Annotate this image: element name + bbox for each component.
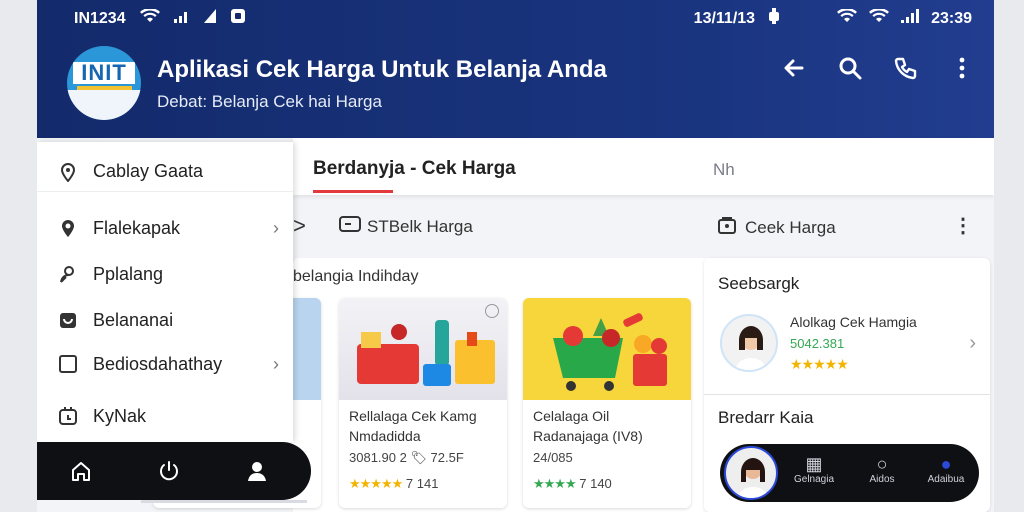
drawer-item-bediosdahathay[interactable]: Bediosdahathay › (37, 344, 293, 384)
search-icon[interactable] (836, 54, 864, 82)
product-name: Rellalaga Cek Kamg (349, 408, 477, 424)
scrollbar[interactable] (141, 500, 307, 503)
home-icon[interactable] (61, 451, 101, 491)
notification-icon (230, 8, 246, 29)
person-search-icon (57, 263, 79, 285)
drawer-item-cablay-gaata[interactable]: Cablay Gaata (37, 152, 293, 192)
map-pin-icon (57, 217, 79, 239)
toolbar: > STBelk Harga Ceek Harga ⋮ (293, 205, 994, 245)
location-pin-icon (57, 161, 79, 183)
app-logo: INIT (67, 46, 141, 120)
nav-label: Aidos (869, 474, 895, 485)
product-rating: ★★★★ 7 140 (533, 476, 612, 492)
more-vert-icon[interactable]: ⋮ (953, 213, 973, 238)
drawer-item-label: Cablay Gaata (93, 161, 204, 181)
app-subtitle: Debat: Belanja Cek hai Harga (157, 92, 382, 111)
logo-text: INIT (73, 62, 135, 84)
product-card[interactable]: Celalaga Oil Radanajaga (IV8) 24/085 ★★★… (523, 298, 691, 508)
app-title: Aplikasi Cek Harga Untuk Belanja Anda (157, 56, 607, 83)
product-rating: ★★★★★ 7 141 (349, 476, 438, 492)
battery-icon (203, 9, 216, 28)
more-vert-icon[interactable] (948, 54, 976, 82)
back-arrow-icon[interactable] (780, 54, 808, 82)
panel-item-price: 5042.381 (790, 336, 845, 351)
panel-subtitle: Bredarr Kaia (718, 408, 814, 427)
nav-item-adaibua[interactable]: ● Adaibua (916, 454, 976, 485)
product-image (339, 298, 507, 400)
phone-icon[interactable] (892, 54, 920, 82)
carrier-label: IN1234 (74, 9, 126, 27)
product-price: 24/085 (533, 450, 573, 465)
toolbar-item-b[interactable]: Ceek Harga (717, 215, 836, 240)
drawer-item-flalekapak[interactable]: Flalekapak › (37, 208, 293, 248)
product-card[interactable]: Rellalaga Cek Kamg Nmdadidda 3081.90 2 🏷… (339, 298, 507, 508)
divider (704, 394, 990, 395)
wifi-icon (869, 9, 890, 28)
panel-title: Seebsargk (718, 274, 800, 293)
user-icon[interactable] (237, 451, 277, 491)
bag-icon (57, 309, 79, 331)
chevron-right-icon[interactable]: › (969, 332, 976, 355)
side-drawer: Cablay Gaata Flalekapak › Pplalang Belan… (37, 142, 293, 442)
star-rating-icon: ★★★★ (533, 476, 577, 491)
nav-label: Gelnagia (793, 474, 835, 485)
app-frame: IN1234 13/11/13 23:39 INIT Aplikasi Cek … (37, 0, 994, 512)
nav-item-gelnagia[interactable]: ▦ Gelnagia (784, 454, 844, 485)
chevron-right-icon: › (273, 353, 279, 374)
power-icon[interactable] (149, 451, 189, 491)
product-image (523, 298, 691, 400)
grid-icon: ▦ (805, 454, 823, 474)
tab-underline (313, 190, 393, 193)
wifi-icon (139, 9, 160, 28)
toolbar-item-a-label: STBelk Harga (367, 216, 473, 236)
drawer-item-label: Belananai (93, 309, 174, 330)
drawer-item-label: Bediosdahathay (93, 353, 223, 374)
timer-icon (57, 405, 79, 427)
app-header: IN1234 13/11/13 23:39 INIT Aplikasi Cek … (37, 0, 994, 138)
nav-label: Adaibua (927, 474, 965, 485)
tab-other[interactable]: Nh (713, 160, 735, 180)
toolbar-item-a[interactable]: STBelk Harga (339, 215, 473, 238)
star-rating-icon: ★★★★★ (349, 476, 403, 491)
avatar[interactable] (724, 446, 778, 500)
info-icon[interactable] (485, 304, 499, 318)
clock-label: 23:39 (931, 9, 972, 27)
chevron-right-icon[interactable]: > (293, 213, 306, 239)
star-rating-icon: ★★★★★ (790, 356, 849, 372)
bottom-nav (37, 442, 311, 500)
product-sub: Nmdadidda (349, 428, 421, 444)
panel-item-name: Alolkag Cek Hamgia (790, 314, 917, 330)
bag-icon (717, 215, 737, 240)
tab-bar: Berdanyja - Cek Harga Nh (293, 138, 994, 195)
drawer-item-label: Pplalang (93, 263, 164, 284)
android-icon (767, 8, 781, 29)
chevron-right-icon: › (273, 217, 279, 238)
search-icon: ○ (876, 454, 888, 474)
tag-icon (339, 215, 361, 238)
section-title: belangia Indihday (293, 268, 419, 285)
drawer-item-pplalang[interactable]: Pplalang (37, 254, 293, 294)
rating-value: 7 140 (579, 476, 612, 491)
signal-icon (173, 9, 190, 28)
product-section: belangia Indihday Rellalaga Cek Kamg Nmd… (153, 258, 733, 512)
avatar[interactable] (720, 314, 778, 372)
status-bar: IN1234 13/11/13 23:39 (37, 6, 994, 28)
chat-icon: ● (940, 454, 952, 474)
nav-item-aidos[interactable]: ○ Aidos (852, 454, 912, 485)
drawer-item-belananai[interactable]: Belananai (37, 300, 293, 340)
toolbar-item-b-label: Ceek Harga (745, 217, 836, 237)
drawer-item-label: KyNak (93, 405, 147, 426)
product-sub: Radanajaga (IV8) (533, 428, 643, 444)
product-price: 3081.90 2 🏷 72.5F (349, 450, 464, 465)
floating-nav: ▦ Gelnagia ○ Aidos ● Adaibua (720, 444, 979, 502)
drawer-item-kynak[interactable]: KyNak (37, 396, 293, 436)
square-icon (57, 353, 79, 375)
tab-active[interactable]: Berdanyja - Cek Harga (313, 158, 516, 180)
signal-icon (901, 9, 920, 28)
wifi-icon (837, 9, 858, 28)
date-label: 13/11/13 (693, 9, 756, 27)
drawer-item-label: Flalekapak (93, 217, 181, 238)
product-name: Celalaga Oil (533, 408, 610, 424)
rating-value: 7 141 (405, 476, 439, 491)
